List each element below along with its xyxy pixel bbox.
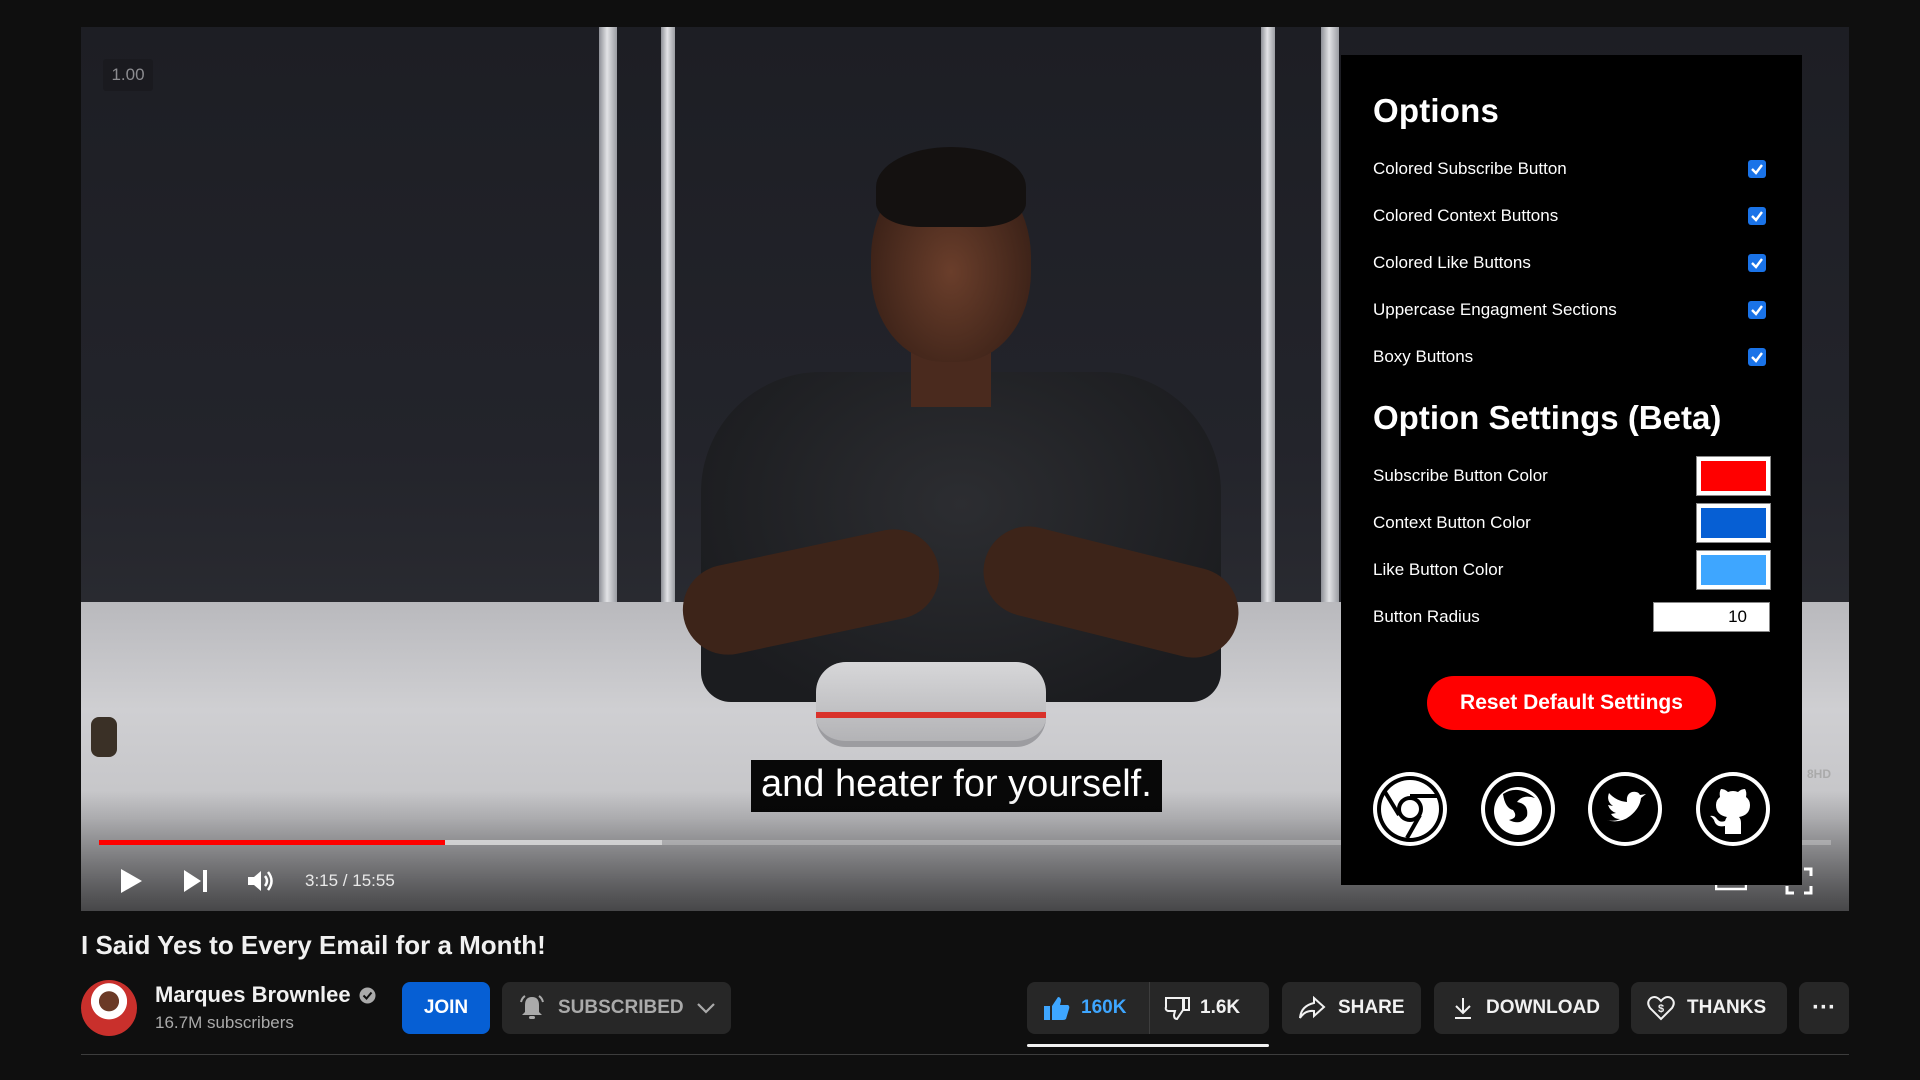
button-radius-input[interactable] xyxy=(1653,601,1770,632)
play-button[interactable] xyxy=(111,861,151,901)
download-icon xyxy=(1455,998,1471,1019)
uppercase-checkbox[interactable] xyxy=(1748,300,1766,319)
setting-row-radius: Button Radius xyxy=(1373,593,1770,640)
setting-row-like-color: Like Button Color xyxy=(1373,546,1771,593)
volume-icon xyxy=(248,871,273,891)
twitter-link[interactable] xyxy=(1588,772,1663,846)
setting-row-context-color: Context Button Color xyxy=(1373,499,1771,546)
hd-label: 8HD xyxy=(1806,767,1831,781)
option-label: Uppercase Engagment Sections xyxy=(1373,299,1617,319)
next-button[interactable] xyxy=(175,861,215,901)
thumbs-up-icon xyxy=(1044,997,1070,1020)
thumbs-down-icon xyxy=(1164,997,1190,1021)
play-icon xyxy=(121,869,142,893)
check-icon xyxy=(1751,210,1763,222)
divider xyxy=(81,1054,1849,1055)
join-button[interactable]: JOIN xyxy=(402,982,490,1034)
setting-label: Context Button Color xyxy=(1373,512,1531,532)
dislike-button[interactable]: 1.6K xyxy=(1150,982,1240,1034)
subscribe-color-checkbox[interactable] xyxy=(1748,159,1766,178)
download-label: DOWNLOAD xyxy=(1486,997,1600,1018)
social-links xyxy=(1373,772,1770,846)
like-color-checkbox[interactable] xyxy=(1748,253,1766,272)
github-icon xyxy=(1699,776,1766,842)
like-count: 160K xyxy=(1081,997,1127,1018)
option-label: Colored Like Buttons xyxy=(1373,252,1531,272)
chrome-link[interactable] xyxy=(1373,772,1447,846)
bell-icon xyxy=(520,995,544,1019)
check-icon xyxy=(1751,257,1763,269)
option-label: Boxy Buttons xyxy=(1373,346,1474,366)
setting-label: Subscribe Button Color xyxy=(1373,465,1548,485)
options-heading: Options xyxy=(1373,92,1500,129)
chevron-down-icon xyxy=(696,1003,715,1014)
context-color-picker[interactable] xyxy=(1696,502,1771,543)
share-label: SHARE xyxy=(1338,997,1405,1018)
firefox-link[interactable] xyxy=(1480,772,1555,846)
thanks-button[interactable]: $ THANKS xyxy=(1631,982,1787,1034)
like-color-picker[interactable] xyxy=(1696,549,1771,590)
check-icon xyxy=(1751,351,1763,363)
playback-speed-badge: 1.00 xyxy=(103,59,153,91)
download-button[interactable]: DOWNLOAD xyxy=(1434,982,1619,1034)
like-dislike-group: 160K 1.6K xyxy=(1027,982,1269,1034)
dislike-count: 1.6K xyxy=(1200,997,1241,1018)
channel-name-link[interactable]: Marques Brownlee xyxy=(155,982,376,1008)
twitter-icon xyxy=(1592,776,1659,842)
option-label: Colored Context Buttons xyxy=(1373,205,1559,225)
setting-label: Button Radius xyxy=(1373,606,1480,626)
svg-text:$: $ xyxy=(1658,1003,1664,1015)
verified-icon xyxy=(359,987,376,1003)
github-link[interactable] xyxy=(1695,772,1770,846)
thanks-label: THANKS xyxy=(1687,997,1767,1018)
subscriber-count: 16.7M subscribers xyxy=(155,1013,294,1032)
like-underline xyxy=(1027,1044,1269,1047)
option-row-subscribe: Colored Subscribe Button xyxy=(1373,145,1770,192)
check-icon xyxy=(1751,163,1763,175)
boxy-buttons-checkbox[interactable] xyxy=(1748,347,1766,366)
option-row-boxy: Boxy Buttons xyxy=(1373,333,1770,380)
share-button[interactable]: SHARE xyxy=(1282,982,1421,1034)
progress-played xyxy=(99,840,446,845)
next-icon xyxy=(184,870,207,892)
more-actions-button[interactable]: ··· xyxy=(1799,982,1849,1034)
share-icon xyxy=(1299,996,1326,1019)
option-row-like: Colored Like Buttons xyxy=(1373,239,1770,286)
channel-avatar[interactable] xyxy=(81,980,137,1036)
channel-name: Marques Brownlee xyxy=(155,982,351,1007)
option-label: Colored Subscribe Button xyxy=(1373,158,1567,178)
chrome-icon xyxy=(1377,776,1443,842)
subscribe-color-picker[interactable] xyxy=(1696,455,1771,496)
time-display: 3:15 / 15:55 xyxy=(305,871,395,890)
video-title: I Said Yes to Every Email for a Month! xyxy=(81,930,546,960)
thanks-heart-icon: $ xyxy=(1647,996,1675,1021)
subscribed-label: SUBSCRIBED xyxy=(558,997,684,1018)
option-row-uppercase: Uppercase Engagment Sections xyxy=(1373,286,1770,333)
firefox-icon xyxy=(1484,776,1551,842)
like-button[interactable]: 160K xyxy=(1027,982,1150,1034)
context-color-checkbox[interactable] xyxy=(1748,206,1766,225)
reset-default-settings-button[interactable]: Reset Default Settings xyxy=(1427,676,1716,730)
option-settings-heading: Option Settings (Beta) xyxy=(1373,399,1722,436)
setting-label: Like Button Color xyxy=(1373,559,1504,579)
option-row-context: Colored Context Buttons xyxy=(1373,192,1770,239)
mute-button[interactable] xyxy=(241,861,281,901)
subscribed-button[interactable]: SUBSCRIBED xyxy=(502,982,731,1034)
options-panel: Options Colored Subscribe Button Colored… xyxy=(1341,55,1802,885)
setting-row-subscribe-color: Subscribe Button Color xyxy=(1373,452,1771,499)
check-icon xyxy=(1751,304,1763,316)
